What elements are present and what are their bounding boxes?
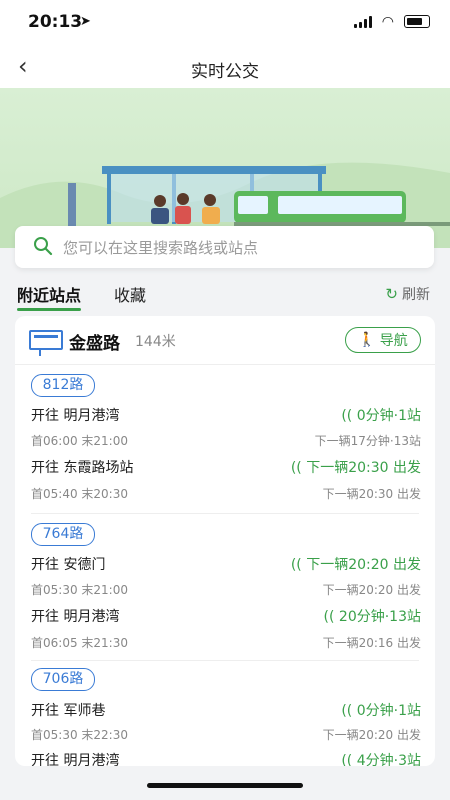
bus-stop-sign-icon [29,330,63,356]
service-hours: 首05:30 末21:00 [31,583,128,597]
search-icon [34,237,53,256]
service-hours: 首06:05 末21:30 [31,636,128,650]
page-title: 实时公交 [191,62,259,82]
tab-favorites[interactable]: 收藏 [114,282,146,306]
tab-active-indicator [17,308,82,311]
route-block: 764路 开往 安德门 (( 下一辆20:20 出发 首05:30 末21:00… [15,520,435,660]
stop-header: 金盛路 144米 🚶 导航 [15,316,435,365]
navigate-button[interactable]: 🚶 导航 [345,327,421,353]
status-bar: 20:13 ➤ ◠ [0,0,450,46]
next-bus-info: 下一辆20:20 出发 [322,728,421,742]
next-bus-info: 下一辆20:16 出发 [322,636,421,650]
route-badge[interactable]: 812路 [31,374,95,397]
status-icons: ◠ [353,13,430,30]
home-indicator[interactable] [147,783,303,788]
service-hours: 首06:00 末21:00 [31,434,128,448]
refresh-label: 刷新 [402,287,430,303]
stop-name: 金盛路 [69,334,120,354]
route-destination[interactable]: 开往 明月港湾 [31,405,119,425]
arrival-eta: (( 4分钟·3站 [341,750,421,766]
bus-stop-illustration [0,88,450,248]
service-hours: 首05:30 末22:30 [31,728,128,742]
signal-wave-icon: (( [290,460,302,476]
signal-wave-icon: (( [341,703,353,719]
route-destination[interactable]: 开往 安德门 [31,554,105,574]
arrival-eta: (( 下一辆20:20 出发 [290,557,421,573]
next-bus-info: 下一辆17分钟·13站 [314,434,421,448]
arrival-eta: (( 0分钟·1站 [341,703,421,719]
tab-nearby-stops[interactable]: 附近站点 [17,282,82,311]
arrival-eta: (( 20分钟·13站 [323,609,421,625]
next-bus-info: 下一辆20:20 出发 [322,583,421,597]
search-bar[interactable]: 您可以在这里搜索路线或站点 [15,226,434,268]
signal-wave-icon: (( [323,609,335,625]
arrival-eta: (( 下一辆20:30 出发 [290,460,421,476]
service-hours: 首05:40 末20:30 [31,487,128,501]
route-block: 706路 开往 军师巷 (( 0分钟·1站 首05:30 末22:30 下一辆2… [15,668,435,766]
refresh-icon: ↻ [385,285,398,303]
battery-icon [404,15,430,28]
tab-nearby-label: 附近站点 [17,286,82,305]
navigate-label: 导航 [379,333,408,349]
tab-bar: 附近站点 收藏 ↻ 刷新 [0,272,450,312]
signal-wave-icon: (( [341,408,353,424]
route-destination[interactable]: 开往 军师巷 [31,700,105,720]
stop-distance: 144米 [135,334,176,350]
route-badge[interactable]: 706路 [31,668,95,691]
route-badge[interactable]: 764路 [31,523,95,546]
route-block: 812路 开往 明月港湾 (( 0分钟·1站 首06:00 末21:00 下一辆… [15,371,435,511]
signal-wave-icon: (( [290,557,302,573]
bus-stop-graphic [0,162,450,248]
location-arrow-icon: ➤ [80,14,91,29]
route-destination[interactable]: 开往 东霞路场站 [31,457,133,477]
stop-card: 金盛路 144米 🚶 导航 812路 开往 明月港湾 (( 0分钟·1站 首06… [15,316,435,766]
signal-icon [353,15,372,28]
divider [31,513,419,514]
signal-wave-icon: (( [341,753,353,766]
divider [31,660,419,661]
wifi-icon: ◠ [381,13,394,30]
nav-bar: ‹ 实时公交 [0,46,450,88]
next-bus-info: 下一辆20:30 出发 [322,487,421,501]
search-placeholder: 您可以在这里搜索路线或站点 [63,239,259,257]
arrival-eta: (( 0分钟·1站 [341,408,421,424]
status-time: 20:13 [28,12,83,32]
walking-person-icon: 🚶 [358,332,376,348]
refresh-button[interactable]: ↻ 刷新 [385,284,430,304]
route-destination[interactable]: 开往 明月港湾 [31,606,119,626]
route-destination[interactable]: 开往 明月港湾 [31,750,119,766]
